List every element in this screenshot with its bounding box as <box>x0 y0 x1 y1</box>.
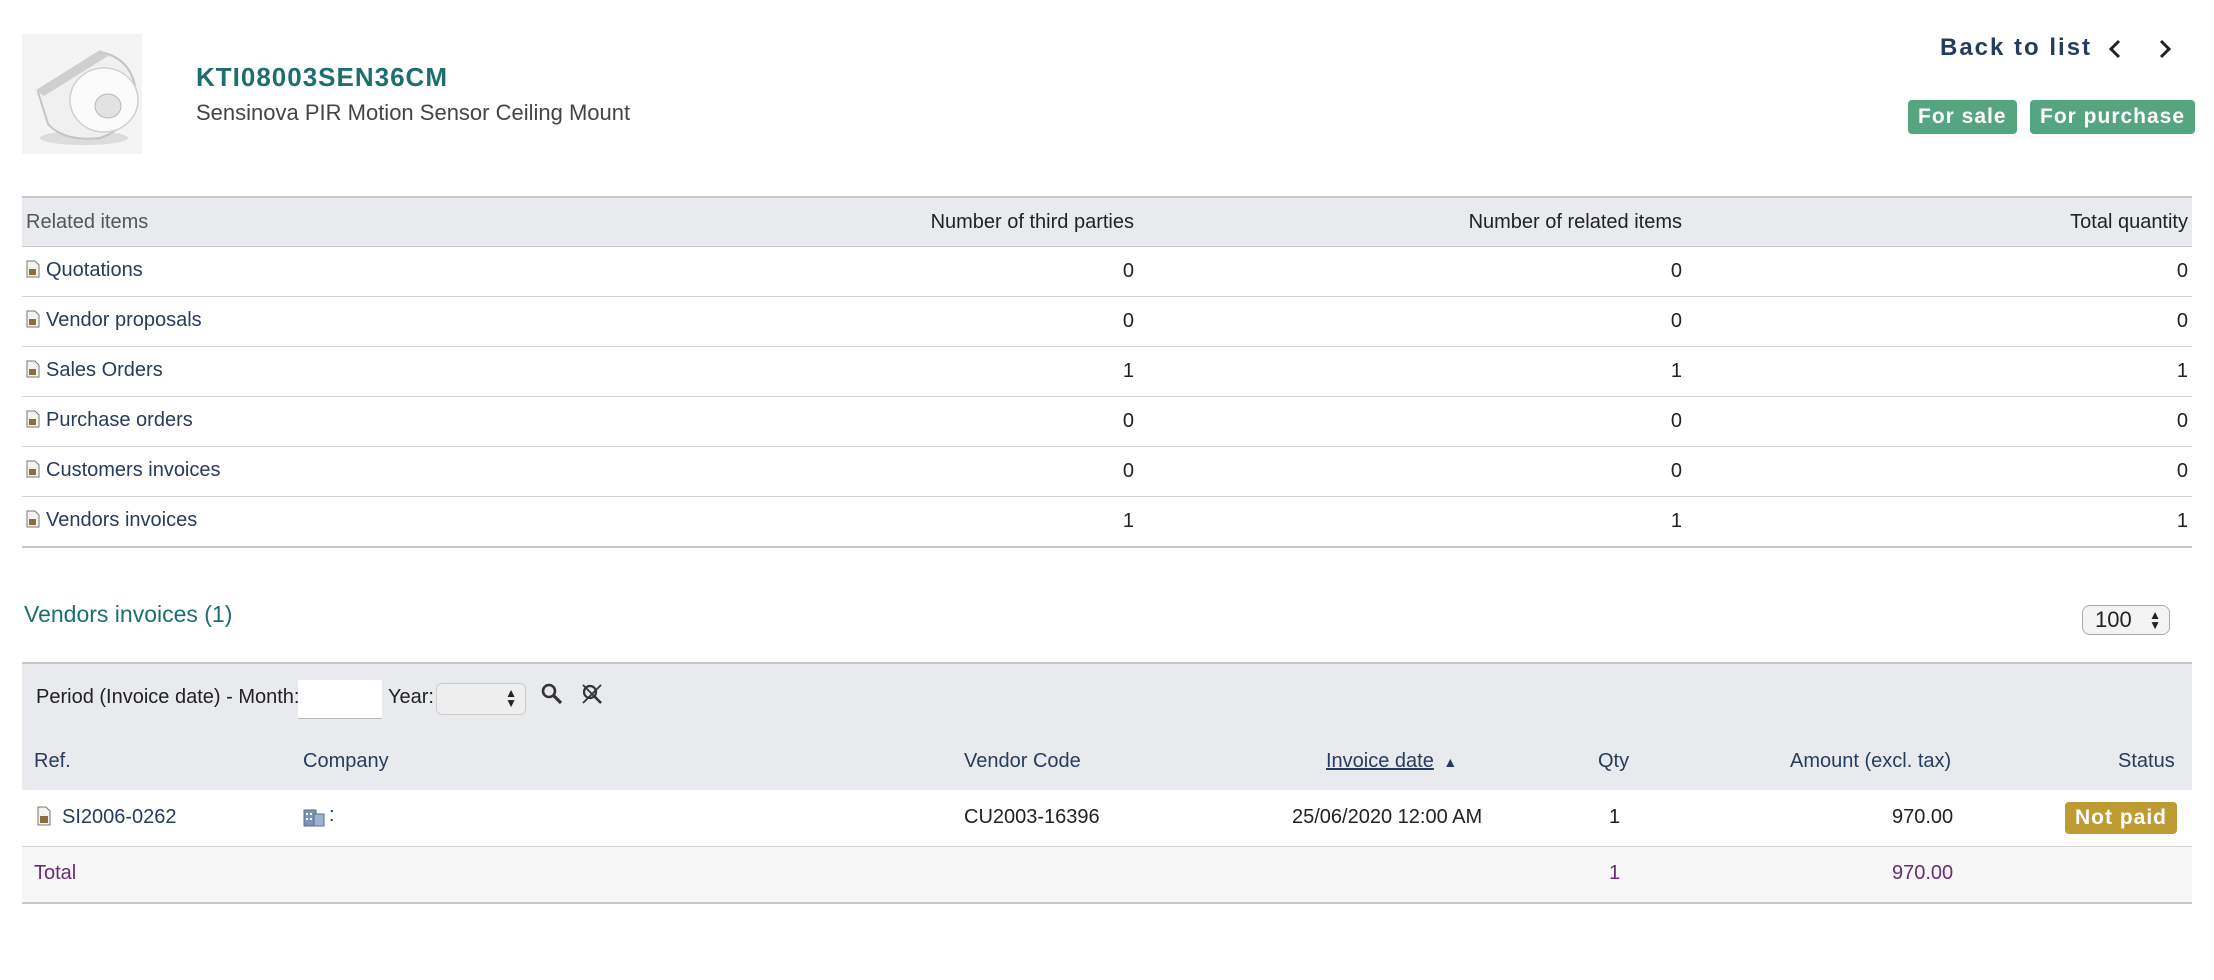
col-related-count: Number of related items <box>1138 196 1686 247</box>
for-purchase-badge: For purchase <box>2030 100 2196 134</box>
col-invoice-date[interactable]: Invoice date ▲ <box>1326 750 1457 773</box>
invoice-date-cell: 25/06/2020 12:00 AM <box>1292 806 1483 828</box>
related-items-count: 0 <box>1138 296 1686 347</box>
spinner-icon: ▲ ▼ <box>2149 608 2161 632</box>
related-items-count: 1 <box>1138 346 1686 397</box>
page-size-select[interactable]: 100 ▲ ▼ <box>2082 605 2170 635</box>
related-items-count: 1 <box>1138 496 1686 548</box>
table-row: Vendors invoices 1 1 1 <box>22 496 2192 548</box>
invoice-ref-link[interactable]: SI2006-0262 <box>62 806 177 829</box>
month-input[interactable] <box>298 680 382 719</box>
related-item-link[interactable]: Vendors invoices <box>46 509 197 531</box>
table-row: Purchase orders 0 0 0 <box>22 396 2192 447</box>
total-label: Total <box>34 862 77 884</box>
related-items-count: 0 <box>1138 396 1686 447</box>
document-icon <box>26 510 40 534</box>
back-to-list-link[interactable]: Back to list <box>1940 34 2092 62</box>
third-parties-count: 1 <box>590 346 1138 397</box>
table-row <box>22 790 2192 847</box>
third-parties-count: 0 <box>590 446 1138 497</box>
total-quantity-count: 1 <box>1686 346 2192 397</box>
spinner-icon: ▲ ▼ <box>505 686 517 710</box>
col-ref[interactable]: Ref. <box>34 750 71 773</box>
table-row: Vendor proposals 0 0 0 <box>22 296 2192 347</box>
third-parties-count: 1 <box>590 496 1138 548</box>
year-label: Year: <box>388 686 434 708</box>
product-thumbnail[interactable] <box>22 34 142 154</box>
col-company[interactable]: Company <box>303 750 389 773</box>
third-parties-count: 0 <box>590 246 1138 297</box>
related-items-table: Related items Number of third parties Nu… <box>22 196 2192 548</box>
col-vendor-code[interactable]: Vendor Code <box>964 750 1081 773</box>
related-item-cell: Vendors invoices <box>22 496 590 548</box>
period-label: Period (Invoice date) - Month: <box>36 686 300 708</box>
company-name-link[interactable]: : <box>329 804 335 827</box>
total-quantity-count: 0 <box>1686 396 2192 447</box>
search-icon[interactable] <box>540 682 564 706</box>
related-item-link[interactable]: Sales Orders <box>46 359 163 381</box>
document-icon <box>26 410 40 434</box>
company-icon[interactable] <box>303 807 325 832</box>
col-amount[interactable]: Amount (excl. tax) <box>1790 750 1951 773</box>
related-item-cell: Vendor proposals <box>22 296 590 347</box>
table-row: Customers invoices 0 0 0 <box>22 446 2192 497</box>
amount-cell: 970.00 <box>1892 806 1954 828</box>
related-item-cell: Quotations <box>22 246 590 297</box>
related-item-cell: Customers invoices <box>22 446 590 497</box>
document-icon <box>26 460 40 484</box>
page-size-value: 100 <box>2095 607 2132 632</box>
vendor-code-cell: CU2003-16396 <box>964 806 1100 828</box>
related-item-link[interactable]: Quotations <box>46 259 143 281</box>
qty-cell: 1 <box>1609 806 1621 828</box>
next-icon[interactable] <box>2150 34 2180 64</box>
document-icon <box>26 260 40 284</box>
status-badge: Not paid <box>2065 802 2177 834</box>
clear-filter-icon[interactable] <box>580 682 604 706</box>
third-parties-count: 0 <box>590 296 1138 347</box>
product-ref: KTI08003SEN36CM <box>196 62 448 92</box>
total-quantity-count: 0 <box>1686 246 2192 297</box>
previous-icon[interactable] <box>2100 34 2130 64</box>
related-item-link[interactable]: Purchase orders <box>46 409 193 431</box>
col-related-items: Related items <box>22 196 590 247</box>
vendors-invoices-title: Vendors invoices (1) <box>24 601 233 627</box>
total-amount: 970.00 <box>1892 862 1954 884</box>
col-third-parties: Number of third parties <box>590 196 1138 247</box>
related-items-count: 0 <box>1138 446 1686 497</box>
total-row <box>22 847 2192 904</box>
table-row: Quotations 0 0 0 <box>22 246 2192 297</box>
table-row: Sales Orders 1 1 1 <box>22 346 2192 397</box>
total-quantity-count: 1 <box>1686 496 2192 548</box>
total-quantity-count: 0 <box>1686 446 2192 497</box>
total-qty: 1 <box>1609 862 1621 884</box>
sort-ascending-icon: ▲ <box>1443 754 1458 770</box>
invoice-doc-icon <box>36 806 52 831</box>
col-qty[interactable]: Qty <box>1598 750 1629 773</box>
col-total-quantity: Total quantity <box>1686 196 2192 247</box>
related-item-link[interactable]: Vendor proposals <box>46 309 202 331</box>
related-item-link[interactable]: Customers invoices <box>46 459 221 481</box>
product-label: Sensinova PIR Motion Sensor Ceiling Moun… <box>196 100 631 125</box>
third-parties-count: 0 <box>590 396 1138 447</box>
year-select[interactable]: ▲ ▼ <box>436 683 526 715</box>
related-item-cell: Purchase orders <box>22 396 590 447</box>
invoice-date-sort-link[interactable]: Invoice date <box>1326 750 1434 772</box>
document-icon <box>26 310 40 334</box>
col-status[interactable]: Status <box>2118 750 2175 773</box>
document-icon <box>26 360 40 384</box>
for-sale-badge: For sale <box>1908 100 2017 134</box>
related-items-count: 0 <box>1138 246 1686 297</box>
total-quantity-count: 0 <box>1686 296 2192 347</box>
related-item-cell: Sales Orders <box>22 346 590 397</box>
